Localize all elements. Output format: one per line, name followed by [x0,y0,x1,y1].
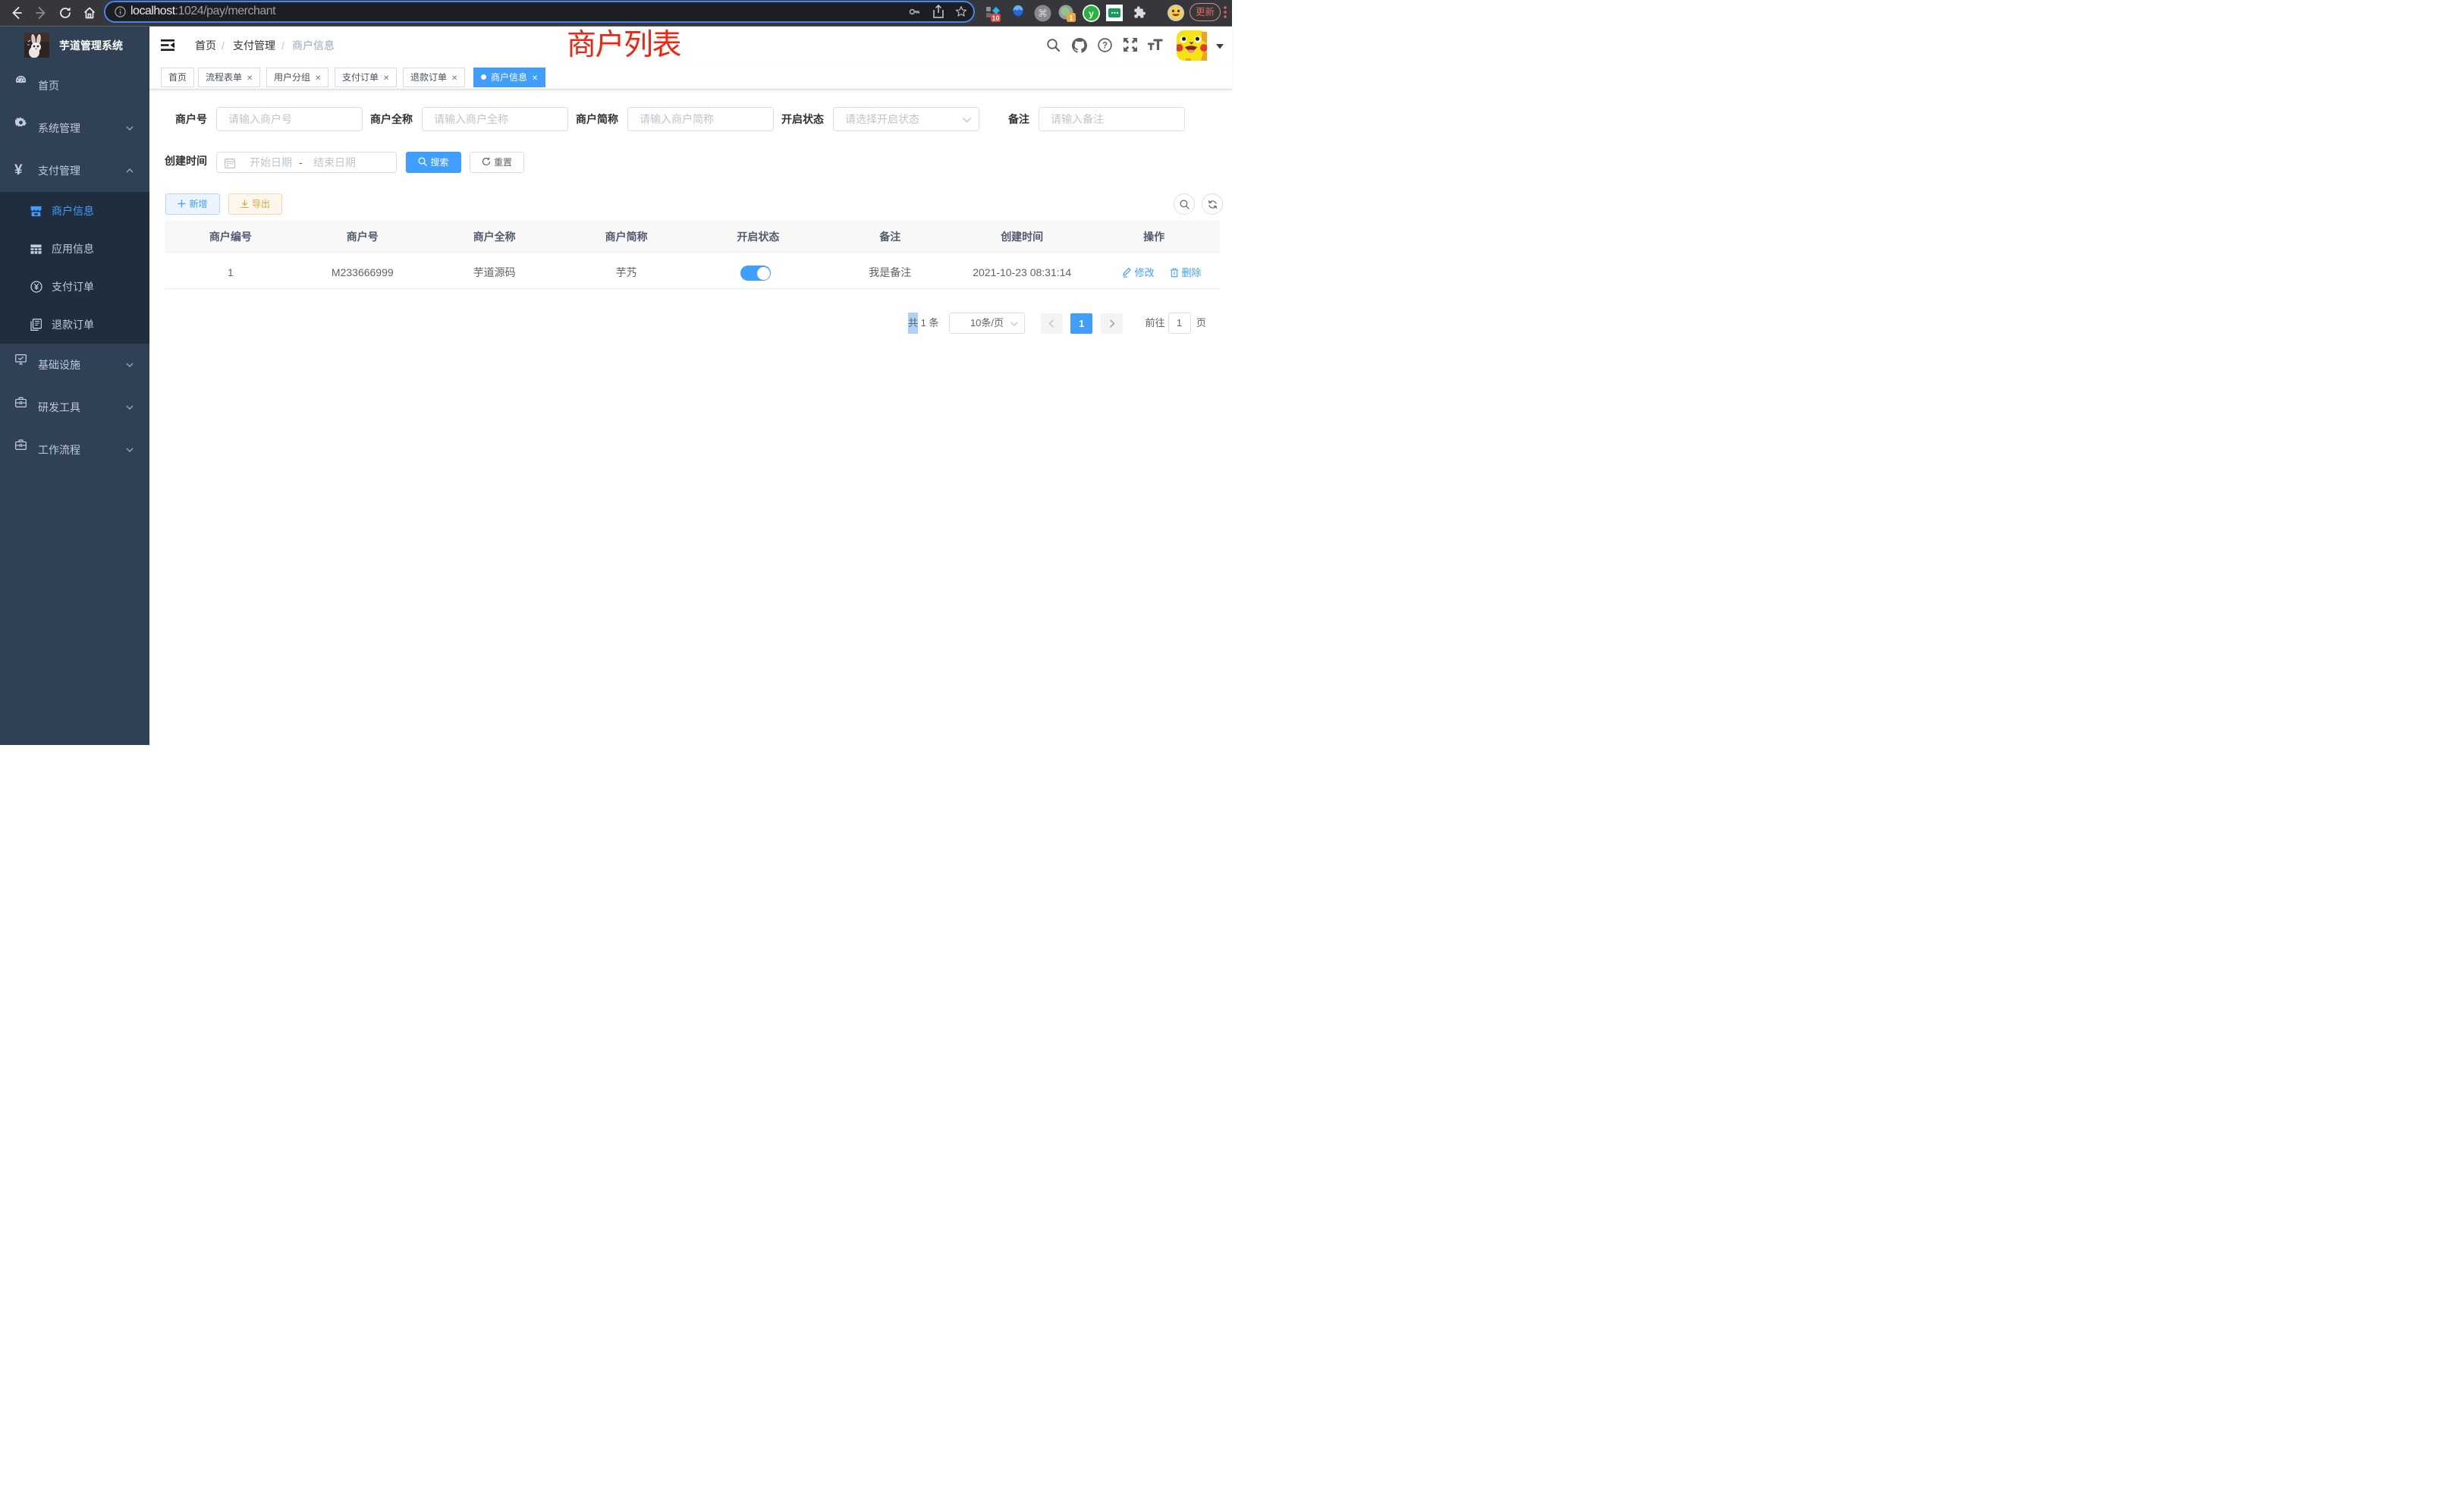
svg-text:1: 1 [1069,14,1073,23]
svg-text:10: 10 [992,14,999,22]
svg-text:⌘: ⌘ [1038,8,1048,19]
svg-text:?: ? [1102,42,1108,51]
svg-text:y: y [1089,8,1094,19]
